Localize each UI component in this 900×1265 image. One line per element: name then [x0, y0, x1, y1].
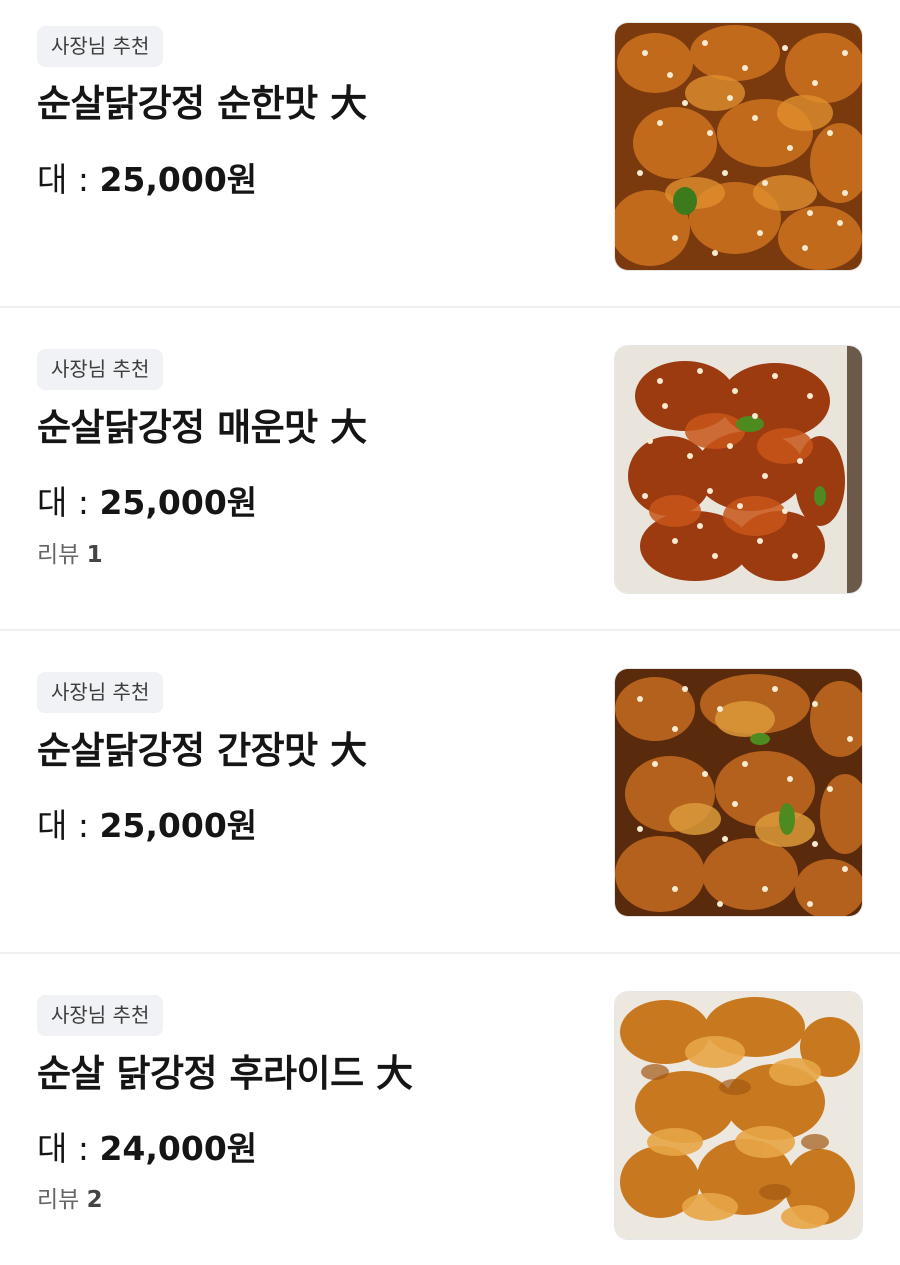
sweet-fried-chicken-photo [614, 22, 863, 271]
menu-item[interactable]: 사장님 추천 순살닭강정 순한맛 大 대 : 25,000원 [0, 0, 900, 308]
recommended-badge: 사장님 추천 [37, 26, 164, 67]
price-amount: 25,000원 [99, 160, 258, 199]
menu-item[interactable]: 사장님 추천 순살 닭강정 후라이드 大 대 : 24,000원 리뷰 2 [0, 954, 900, 1265]
review-number: 1 [86, 542, 103, 568]
recommended-badge: 사장님 추천 [37, 995, 164, 1036]
plain-fried-chicken-photo [614, 991, 863, 1240]
menu-item-price: 대 : 25,000원 [37, 806, 257, 846]
price-label: 대 : [37, 160, 100, 199]
review-label: 리뷰 [37, 1187, 87, 1213]
menu-item-name: 순살닭강정 간장맛 大 [37, 729, 367, 772]
review-count[interactable]: 리뷰 2 [37, 1185, 103, 1215]
recommended-badge: 사장님 추천 [37, 672, 164, 713]
recommended-badge: 사장님 추천 [37, 349, 164, 390]
price-amount: 25,000원 [99, 483, 258, 522]
review-count[interactable]: 리뷰 1 [37, 540, 103, 570]
menu-item-name: 순살 닭강정 후라이드 大 [37, 1052, 413, 1095]
menu-item-price: 대 : 25,000원 [37, 160, 257, 200]
price-amount: 25,000원 [99, 806, 258, 845]
price-amount: 24,000원 [99, 1129, 258, 1168]
price-label: 대 : [37, 806, 100, 845]
menu-item[interactable]: 사장님 추천 순살닭강정 간장맛 大 대 : 25,000원 [0, 631, 900, 954]
menu-item[interactable]: 사장님 추천 순살닭강정 매운맛 大 대 : 25,000원 리뷰 1 [0, 308, 900, 631]
menu-item-price: 대 : 25,000원 [37, 483, 257, 523]
menu-item-name: 순살닭강정 매운맛 大 [37, 406, 367, 449]
spicy-fried-chicken-photo [614, 345, 863, 594]
review-number: 2 [86, 1187, 103, 1213]
menu-item-name: 순살닭강정 순한맛 大 [37, 82, 367, 125]
menu-item-price: 대 : 24,000원 [37, 1129, 257, 1169]
review-label: 리뷰 [37, 542, 87, 568]
price-label: 대 : [37, 1129, 100, 1168]
price-label: 대 : [37, 483, 100, 522]
soy-fried-chicken-photo [614, 668, 863, 917]
menu-list: 사장님 추천 순살닭강정 순한맛 大 대 : 25,000원 사장님 추천 순살… [0, 0, 900, 1265]
